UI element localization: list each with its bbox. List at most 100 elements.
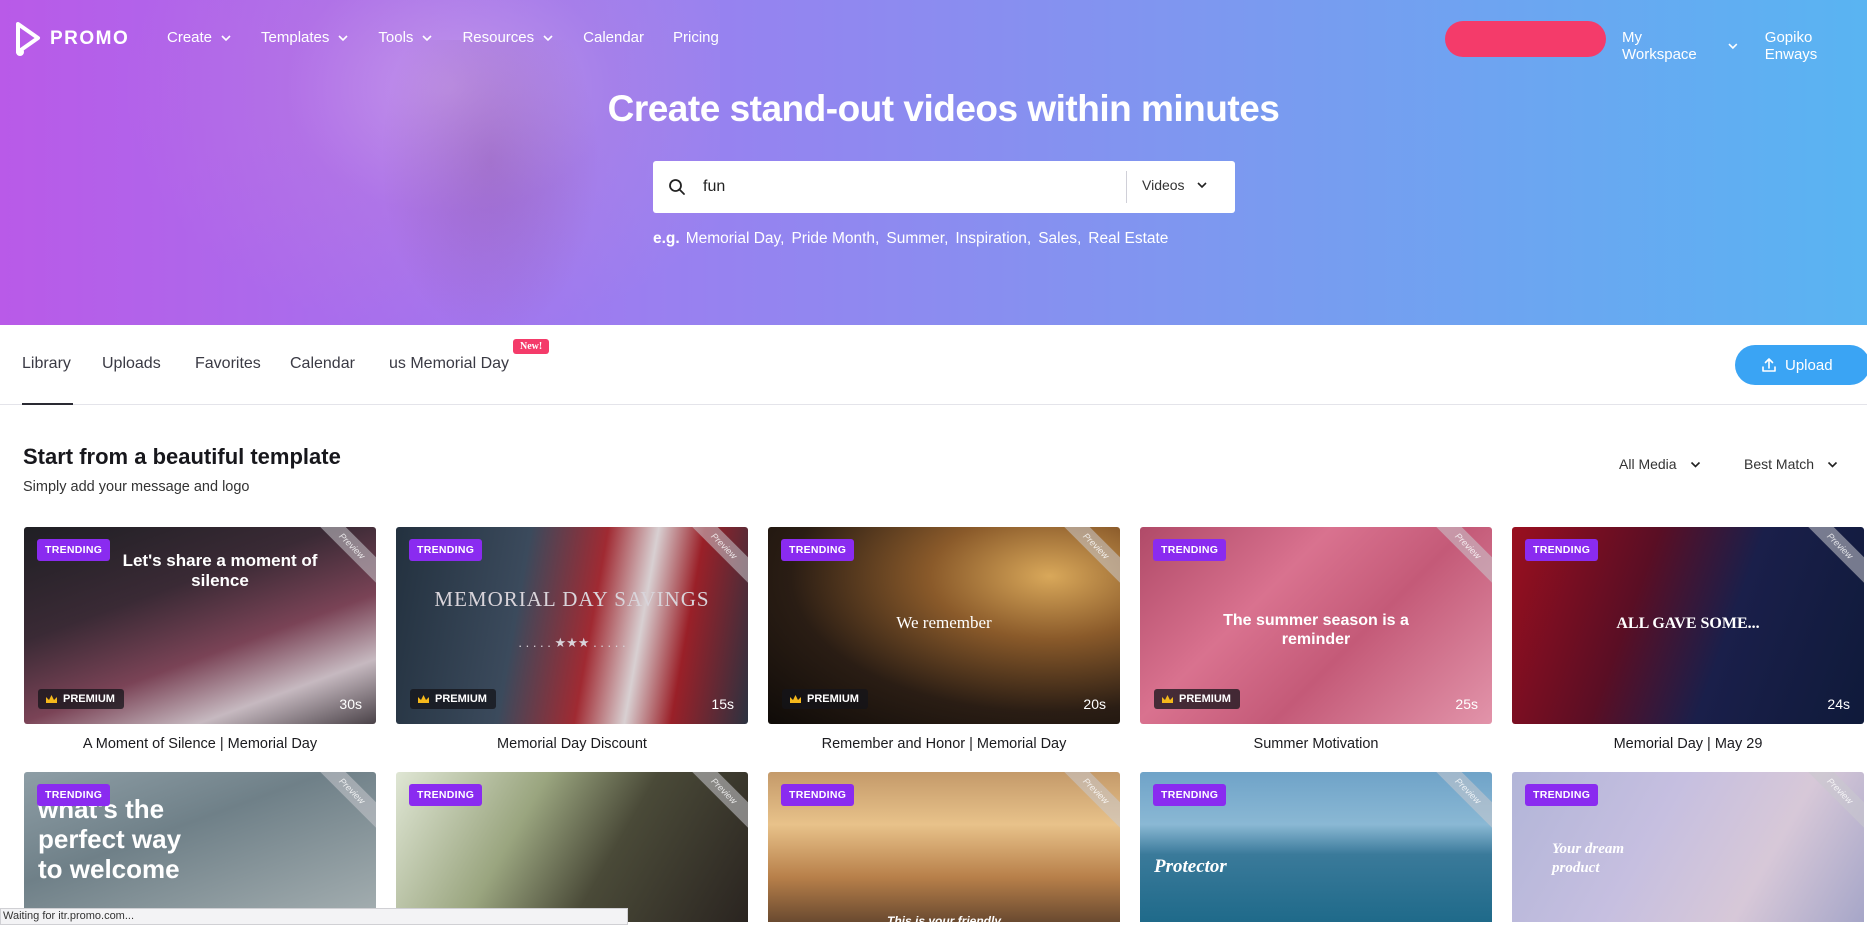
- nav-create[interactable]: Create: [167, 29, 232, 46]
- trending-badge: TRENDING: [781, 784, 855, 806]
- upload-icon: [1762, 358, 1776, 372]
- crown-icon: [790, 695, 801, 703]
- nav-calendar[interactable]: Calendar: [583, 29, 644, 46]
- premium-badge: PREMIUM: [1154, 689, 1240, 709]
- chevron-down-icon: [338, 34, 348, 41]
- card-title[interactable]: Summer Motivation: [1140, 736, 1492, 752]
- template-card[interactable]: This is your friendly TRENDING Preview: [768, 772, 1120, 922]
- preview-ribbon: Preview: [1798, 527, 1864, 588]
- promo-logo-icon: [16, 22, 40, 56]
- chevron-down-icon: [221, 34, 231, 41]
- trending-badge: TRENDING: [1153, 784, 1227, 806]
- template-card[interactable]: what's the perfect way to welcome TRENDI…: [24, 772, 376, 922]
- nav-pricing[interactable]: Pricing: [673, 29, 719, 46]
- search-bar: Videos: [653, 161, 1235, 213]
- tab-library[interactable]: Library: [22, 355, 71, 373]
- nav-calendar-label: Calendar: [583, 29, 645, 46]
- nav-cta-button[interactable]: [1445, 21, 1606, 57]
- chevron-down-icon: [422, 34, 433, 41]
- media-filter-dropdown[interactable]: All Media: [1619, 456, 1702, 472]
- chevron-down-icon: [1827, 461, 1838, 468]
- nav-templates-label: Templates: [261, 29, 330, 46]
- nav-templates[interactable]: Templates: [261, 29, 349, 46]
- card-overlay-text: This is your friendly: [886, 914, 1002, 922]
- search-type-select[interactable]: Videos: [1142, 177, 1209, 193]
- preview-ribbon: Preview: [1426, 527, 1492, 588]
- my-workspace-menu[interactable]: My Workspace: [1622, 29, 1719, 63]
- search-icon: [669, 179, 685, 195]
- trending-badge: TRENDING: [1525, 784, 1599, 806]
- promo-logo[interactable]: PROMO: [14, 22, 129, 56]
- trending-badge: TRENDING: [409, 784, 483, 806]
- template-card[interactable]: Let's share a moment of silence TRENDING…: [24, 527, 376, 724]
- hero-background-figure: [380, 40, 600, 325]
- trending-badge: TRENDING: [37, 539, 111, 561]
- duration-label: 30s: [339, 696, 362, 712]
- nav-create-label: Create: [167, 29, 213, 46]
- premium-badge: PREMIUM: [410, 689, 496, 709]
- card-title[interactable]: Remember and Honor | Memorial Day: [768, 736, 1120, 752]
- nav-resources-label: Resources: [462, 29, 535, 46]
- preview-ribbon: Preview: [1054, 527, 1120, 588]
- template-card[interactable]: We remember TRENDING Preview PREMIUM 20s: [768, 527, 1120, 724]
- hero-title: Create stand-out videos within minutes: [607, 88, 1280, 129]
- template-card[interactable]: MEMORIAL DAY SAVINGS . . . . . ★★★ . . .…: [396, 527, 748, 724]
- card-title[interactable]: A Moment of Silence | Memorial Day: [24, 736, 376, 752]
- template-card[interactable]: The summer season is a reminder TRENDING…: [1140, 527, 1492, 724]
- crown-icon: [1162, 695, 1173, 703]
- search-type-label: Videos: [1142, 177, 1185, 193]
- chevron-down-icon: [1690, 461, 1700, 468]
- premium-badge: PREMIUM: [38, 689, 124, 709]
- active-tab-indicator: [22, 403, 73, 405]
- tab-uploads[interactable]: Uploads: [102, 355, 161, 373]
- duration-label: 15s: [711, 696, 734, 712]
- template-card[interactable]: TRENDING Preview: [396, 772, 748, 922]
- section-subtitle: Simply add your message and logo: [23, 479, 250, 495]
- nav-resources[interactable]: Resources: [462, 29, 554, 46]
- hero-banner: PROMO Create Templates Tools Resources C…: [0, 0, 1867, 325]
- example-link[interactable]: Inspiration,: [955, 230, 1031, 248]
- premium-label: PREMIUM: [807, 693, 859, 705]
- preview-ribbon: Preview: [1798, 772, 1864, 833]
- example-link[interactable]: Real Estate: [1088, 230, 1168, 248]
- duration-label: 24s: [1827, 696, 1850, 712]
- search-divider: [1126, 171, 1127, 203]
- top-navigation: PROMO Create Templates Tools Resources C…: [0, 0, 1867, 78]
- nav-tools-label: Tools: [378, 29, 414, 46]
- trending-badge: TRENDING: [1153, 539, 1227, 561]
- browser-status-bar: Waiting for itr.promo.com...: [0, 908, 628, 925]
- premium-label: PREMIUM: [1179, 693, 1231, 705]
- preview-ribbon: Preview: [1426, 772, 1492, 833]
- card-title[interactable]: Memorial Day Discount: [396, 736, 748, 752]
- chevron-down-icon: [1196, 182, 1207, 189]
- example-link[interactable]: Pride Month,: [791, 230, 879, 248]
- template-card[interactable]: Your dream product TRENDING Preview: [1512, 772, 1864, 922]
- nav-right: My Workspace Gopiko Enways: [1622, 29, 1867, 63]
- trending-badge: TRENDING: [781, 539, 855, 561]
- template-card[interactable]: ALL GAVE SOME... TRENDING Preview 24s: [1512, 527, 1864, 724]
- user-menu[interactable]: Gopiko Enways: [1765, 29, 1867, 63]
- nav-tools[interactable]: Tools: [378, 29, 433, 46]
- examples-prefix: e.g.: [653, 230, 680, 247]
- tab-calendar[interactable]: Calendar: [290, 355, 355, 373]
- tab-favorites[interactable]: Favorites: [195, 355, 261, 373]
- example-link[interactable]: Memorial Day,: [686, 230, 785, 248]
- chevron-down-icon: [1728, 43, 1738, 50]
- search-input[interactable]: [703, 172, 1103, 202]
- premium-badge: PREMIUM: [782, 689, 868, 709]
- upload-button[interactable]: Upload: [1735, 345, 1867, 385]
- sort-label: Best Match: [1744, 456, 1815, 472]
- tab-us-memorial-day[interactable]: us Memorial Day: [389, 355, 509, 373]
- crown-icon: [46, 695, 57, 703]
- card-overlay-text: We remember: [896, 613, 992, 632]
- example-link[interactable]: Summer,: [886, 230, 948, 248]
- template-card[interactable]: Protector TRENDING Preview: [1140, 772, 1492, 922]
- sort-dropdown[interactable]: Best Match: [1744, 456, 1839, 472]
- duration-label: 25s: [1455, 696, 1478, 712]
- preview-ribbon: Preview: [682, 772, 748, 833]
- duration-label: 20s: [1083, 696, 1106, 712]
- example-link[interactable]: Sales,: [1038, 230, 1081, 248]
- card-overlay-stars: . . . . . ★★★ . . . . .: [518, 635, 626, 650]
- card-title[interactable]: Memorial Day | May 29: [1512, 736, 1864, 752]
- card-overlay-text: ALL GAVE SOME...: [1616, 615, 1760, 632]
